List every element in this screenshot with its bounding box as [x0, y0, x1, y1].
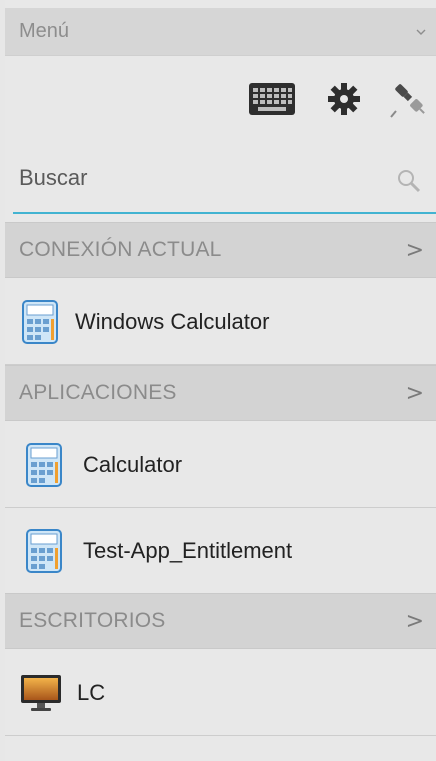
item-label: Calculator [83, 451, 183, 477]
chevron-down-icon[interactable] [416, 27, 426, 37]
item-label: Test-App_Entitlement [83, 537, 293, 563]
chevron-right-icon[interactable]: > [406, 609, 424, 634]
list-item[interactable]: Windows Calculator [5, 279, 436, 365]
chevron-right-icon[interactable]: > [406, 381, 424, 406]
calculator-icon [5, 442, 83, 487]
gear-icon[interactable] [319, 74, 369, 124]
section-current-connection[interactable]: CONEXIÓN ACTUAL > [5, 222, 436, 278]
section-applications[interactable]: APLICACIONES > [5, 365, 436, 421]
desktop-monitor-icon [5, 672, 77, 714]
toolbar [5, 74, 436, 124]
side-panel: Menú Buscar CONEXIÓN ACTUAL > Windows Ca… [5, 0, 436, 761]
plug-icon[interactable] [385, 74, 435, 124]
section-desktops-label: ESCRITORIOS [19, 609, 166, 632]
item-label: Windows Calculator [75, 308, 270, 334]
list-item[interactable]: Calculator [5, 422, 436, 508]
menu-header[interactable]: Menú [5, 8, 436, 56]
section-desktops[interactable]: ESCRITORIOS > [5, 593, 436, 649]
search-box[interactable] [13, 150, 436, 214]
search-input[interactable] [13, 158, 379, 198]
list-item[interactable]: Test-App_Entitlement [5, 508, 436, 594]
keyboard-icon[interactable] [247, 74, 297, 124]
menu-title: Menú [19, 20, 70, 42]
calculator-icon [5, 528, 83, 573]
item-label: LC [77, 679, 106, 705]
search-icon[interactable] [396, 168, 422, 194]
calculator-icon [5, 299, 75, 344]
section-current-label: CONEXIÓN ACTUAL [19, 238, 222, 261]
chevron-right-icon[interactable]: > [406, 238, 424, 263]
list-item[interactable]: LC [5, 650, 436, 736]
section-apps-label: APLICACIONES [19, 381, 177, 404]
